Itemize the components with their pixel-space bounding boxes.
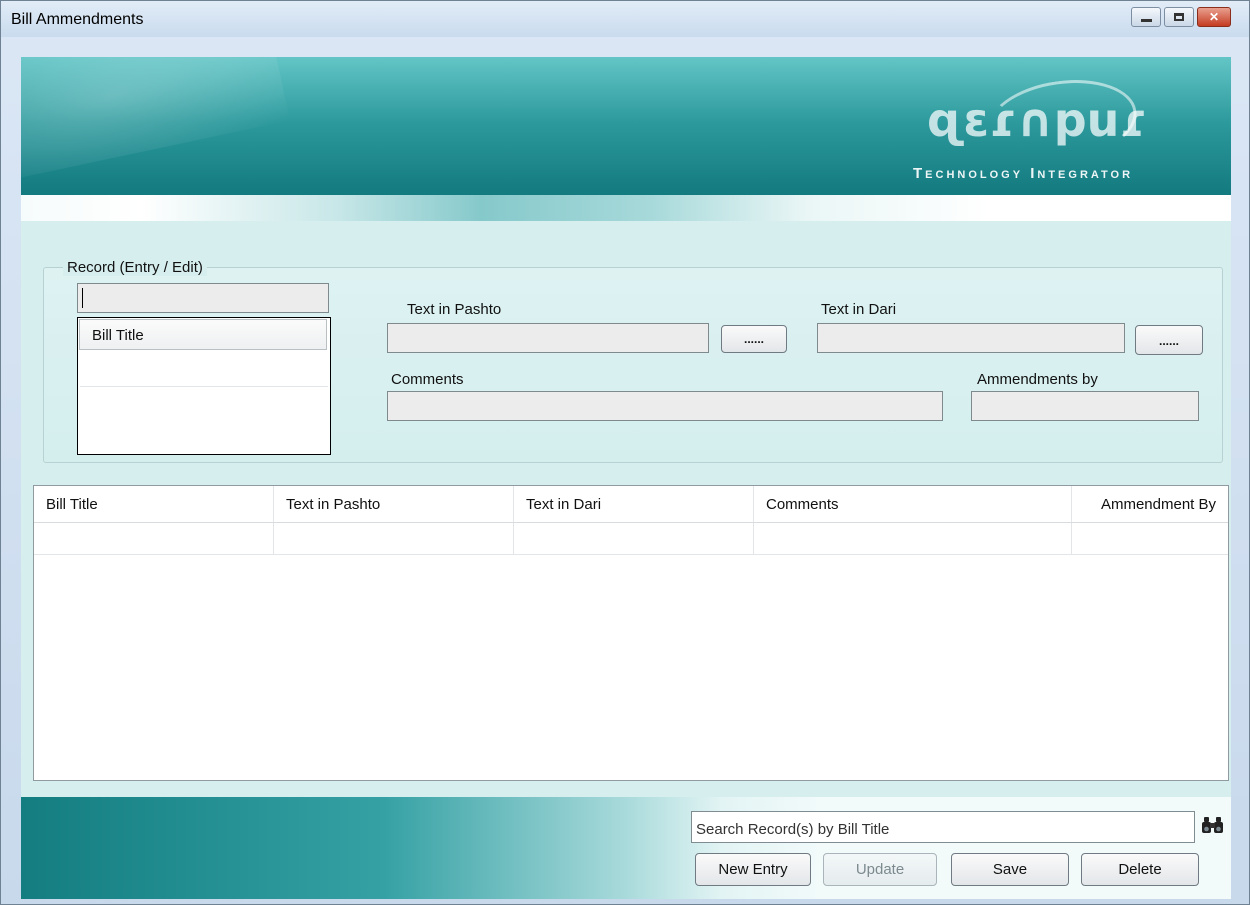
table-cell[interactable] (1072, 523, 1228, 554)
search-input[interactable] (692, 812, 1202, 846)
pashto-browse-button[interactable]: ...... (721, 325, 787, 353)
ammendments-by-input-field[interactable] (972, 392, 1198, 420)
dari-input[interactable] (817, 323, 1125, 353)
ammendments-by-input[interactable] (971, 391, 1199, 421)
column-header-text-in-pashto[interactable]: Text in Pashto (274, 486, 514, 522)
table-cell[interactable] (514, 523, 754, 554)
table-row[interactable] (34, 523, 1228, 555)
header-banner: ɋɛɾ∩puɾ Technology Integrator (21, 57, 1231, 195)
pashto-label: Text in Pashto (407, 301, 502, 318)
column-header-text-in-dari[interactable]: Text in Dari (514, 486, 754, 522)
grid-header: Bill Title Text in Pashto Text in Dari C… (34, 486, 1228, 523)
table-cell[interactable] (34, 523, 274, 554)
text-caret (82, 288, 83, 308)
comments-input[interactable] (387, 391, 943, 421)
banner-highlight (21, 57, 290, 192)
records-grid[interactable]: Bill Title Text in Pashto Text in Dari C… (33, 485, 1229, 781)
maximize-button[interactable] (1164, 7, 1194, 27)
comments-input-field[interactable] (388, 392, 942, 420)
dari-label: Text in Dari (821, 301, 897, 318)
record-group-legend: Record (Entry / Edit) (63, 259, 207, 276)
dari-browse-button[interactable]: ...... (1135, 325, 1203, 355)
column-header-comments[interactable]: Comments (754, 486, 1072, 522)
maximize-icon (1174, 13, 1184, 21)
client-area: ɋɛɾ∩puɾ Technology Integrator Record (En… (21, 57, 1231, 899)
close-button[interactable]: ✕ (1197, 7, 1231, 27)
table-cell[interactable] (754, 523, 1072, 554)
table-cell[interactable] (274, 523, 514, 554)
comments-label: Comments (391, 371, 464, 388)
column-header-bill-title[interactable]: Bill Title (34, 486, 274, 522)
company-logo: ɋɛɾ∩puɾ Technology Integrator (913, 70, 1213, 189)
save-button[interactable]: Save (951, 853, 1069, 886)
app-window: Bill Ammendments ✕ ɋɛɾ∩puɾ Technology In… (0, 0, 1250, 905)
bill-title-listbox[interactable]: Bill Title (77, 317, 331, 455)
binoculars-icon[interactable] (1201, 813, 1225, 837)
minimize-icon (1140, 18, 1152, 22)
new-entry-button[interactable]: New Entry (695, 853, 811, 886)
banner-fade-strip (21, 195, 1231, 221)
title-bar[interactable]: Bill Ammendments ✕ (1, 1, 1249, 37)
logo-wordmark: ɋɛɾ∩puɾ (927, 93, 1147, 147)
minimize-button[interactable] (1131, 7, 1161, 27)
logo-tagline: Technology Integrator (913, 165, 1134, 182)
ammendments-by-label: Ammendments by (977, 371, 1098, 388)
bill-title-input[interactable] (77, 283, 329, 313)
listbox-header[interactable]: Bill Title (79, 319, 327, 350)
window-controls: ✕ (1128, 7, 1231, 27)
pashto-input[interactable] (387, 323, 709, 353)
delete-button[interactable]: Delete (1081, 853, 1199, 886)
pashto-input-field[interactable] (388, 324, 708, 352)
bill-title-input-field[interactable] (78, 284, 328, 312)
search-box[interactable] (691, 811, 1202, 846)
listbox-row-divider (80, 386, 328, 387)
update-button[interactable]: Update (823, 853, 937, 886)
close-icon: ✕ (1208, 10, 1220, 24)
window-title: Bill Ammendments (11, 11, 144, 28)
column-header-ammendment-by[interactable]: Ammendment By (1072, 486, 1228, 522)
dari-input-field[interactable] (818, 324, 1124, 352)
